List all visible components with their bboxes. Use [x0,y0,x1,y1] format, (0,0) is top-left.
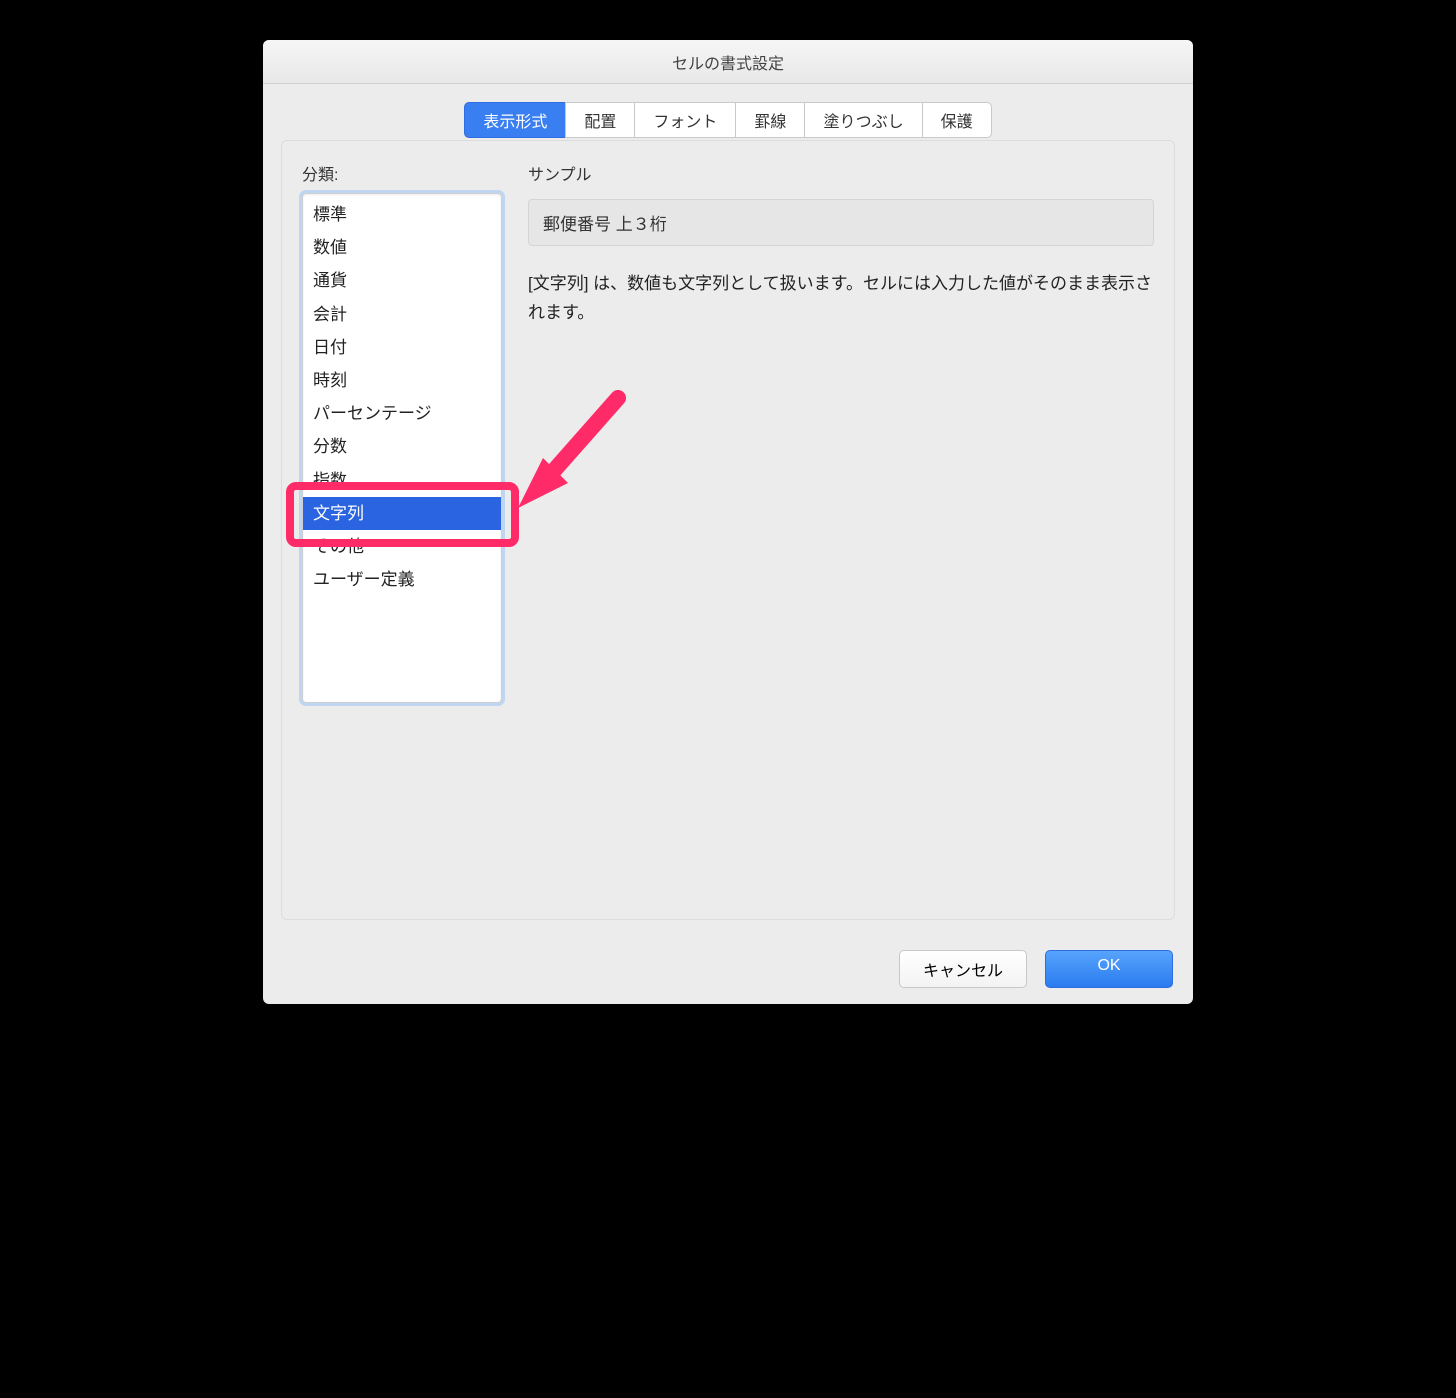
category-item-2[interactable]: 通貨 [303,264,501,297]
category-item-4[interactable]: 日付 [303,331,501,364]
category-item-5[interactable]: 時刻 [303,364,501,397]
dialog-title: セルの書式設定 [672,50,784,74]
dialog-titlebar: セルの書式設定 [263,40,1193,84]
category-item-1[interactable]: 数値 [303,231,501,264]
dialog-content: 表示形式配置フォント罫線塗りつぶし保護 分類: 標準数値通貨会計日付時刻パーセン… [263,84,1193,936]
tab-2[interactable]: フォント [634,102,735,138]
category-item-11[interactable]: ユーザー定義 [303,563,501,596]
tab-4[interactable]: 塗りつぶし [804,102,921,138]
format-description: [文字列] は、数値も文字列として扱います。セルには入力した値がそのまま表示され… [528,270,1154,328]
category-item-0[interactable]: 標準 [303,198,501,231]
panel-inner: 分類: 標準数値通貨会計日付時刻パーセンテージ分数指数文字列その他ユーザー定義 … [302,161,1154,721]
tab-3[interactable]: 罫線 [735,102,804,138]
tab-0[interactable]: 表示形式 [464,102,565,138]
category-item-7[interactable]: 分数 [303,430,501,463]
category-label: 分類: [302,161,502,185]
tabbar: 表示形式配置フォント罫線塗りつぶし保護 [281,102,1175,138]
details-column: サンプル 郵便番号 上３桁 [文字列] は、数値も文字列として扱います。セルには… [528,161,1154,721]
tab-5[interactable]: 保護 [922,102,992,138]
dialog-cell-format: セルの書式設定 表示形式配置フォント罫線塗りつぶし保護 分類: 標準数値通貨会計… [263,40,1193,1004]
sample-label: サンプル [528,161,1154,185]
category-column: 分類: 標準数値通貨会計日付時刻パーセンテージ分数指数文字列その他ユーザー定義 [302,161,502,721]
sample-box: 郵便番号 上３桁 [528,199,1154,246]
category-listbox[interactable]: 標準数値通貨会計日付時刻パーセンテージ分数指数文字列その他ユーザー定義 [302,193,502,703]
button-row: キャンセル OK [263,936,1193,1004]
sample-value: 郵便番号 上３桁 [543,215,667,234]
ok-button[interactable]: OK [1045,950,1173,988]
cancel-button[interactable]: キャンセル [899,950,1027,988]
category-item-10[interactable]: その他 [303,530,501,563]
tab-1[interactable]: 配置 [565,102,634,138]
panel: 分類: 標準数値通貨会計日付時刻パーセンテージ分数指数文字列その他ユーザー定義 … [281,140,1175,920]
category-item-9[interactable]: 文字列 [303,497,501,530]
category-item-8[interactable]: 指数 [303,464,501,497]
category-item-6[interactable]: パーセンテージ [303,397,501,430]
category-item-3[interactable]: 会計 [303,298,501,331]
